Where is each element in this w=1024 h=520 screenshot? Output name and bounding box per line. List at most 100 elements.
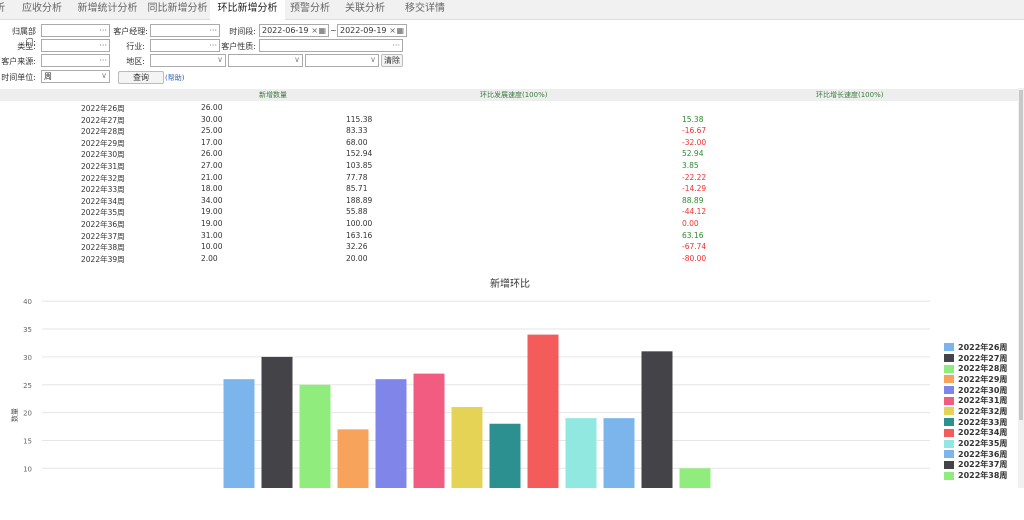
scrollbar[interactable] bbox=[1018, 88, 1024, 488]
legend-item[interactable]: 2022年34周 bbox=[944, 428, 1007, 439]
ratio-cell: 32.26 bbox=[346, 242, 368, 252]
calendar-icon[interactable]: ▦ bbox=[318, 25, 326, 36]
ratio-cell: 115.38 bbox=[346, 114, 373, 124]
growth-cell: 88.89 bbox=[682, 195, 704, 205]
legend-label: 2022年34周 bbox=[958, 428, 1008, 438]
legend-item[interactable]: 2022年38周 bbox=[944, 470, 1007, 481]
region-select-1[interactable]: ∨ bbox=[150, 54, 226, 67]
bar-2022年37周[interactable] bbox=[641, 351, 673, 488]
legend-label: 2022年37周 bbox=[958, 460, 1008, 470]
ratio-cell: 20.00 bbox=[346, 253, 368, 263]
chart-legend: 2022年26周 2022年27周 2022年28周 2022年29周 2022年30周… bbox=[944, 342, 1007, 481]
tab-1[interactable]: 应收分析 bbox=[12, 0, 72, 20]
legend-item[interactable]: 2022年29周 bbox=[944, 374, 1007, 385]
tab-5[interactable]: 预警分析 bbox=[280, 0, 340, 20]
tab-6[interactable]: 关联分析 bbox=[335, 0, 395, 20]
header-ratio: 环比发展速度(100%) bbox=[480, 91, 548, 99]
chevron-down-icon: ∨ bbox=[370, 55, 376, 64]
table-row: 2022年35周 19.00 55.88 -44.12 bbox=[0, 206, 1018, 218]
bar-2022年33周[interactable] bbox=[489, 423, 521, 488]
legend-item[interactable]: 2022年30周 bbox=[944, 385, 1007, 396]
legend-item[interactable]: 2022年26周 bbox=[944, 342, 1007, 353]
legend-label: 2022年29周 bbox=[958, 374, 1008, 384]
legend-label: 2022年33周 bbox=[958, 417, 1008, 427]
unit-select[interactable]: 周 ∨ bbox=[41, 70, 110, 83]
table-row: 2022年28周 25.00 83.33 -16.67 bbox=[0, 125, 1018, 137]
ratio-cell: 85.71 bbox=[346, 184, 368, 194]
ratio-cell: 163.16 bbox=[346, 230, 373, 240]
week-cell: 2022年35周 bbox=[81, 208, 125, 218]
legend-label: 2022年35周 bbox=[958, 439, 1008, 449]
industry-input[interactable]: ··· bbox=[150, 39, 220, 52]
tab-7[interactable]: 移交详情 bbox=[395, 0, 455, 20]
week-cell: 2022年34周 bbox=[81, 196, 125, 206]
legend-swatch bbox=[944, 364, 954, 373]
bar-2022年32周[interactable] bbox=[451, 407, 483, 488]
region-select-2[interactable]: ∨ bbox=[228, 54, 303, 67]
manager-input[interactable]: ··· bbox=[150, 24, 220, 37]
table-row: 2022年29周 17.00 68.00 -32.00 bbox=[0, 137, 1018, 149]
legend-item[interactable]: 2022年35周 bbox=[944, 438, 1007, 449]
region-select-3[interactable]: ∨ bbox=[305, 54, 379, 67]
tab-3[interactable]: 同比新增分析 bbox=[140, 0, 215, 20]
tab-bar: 析应收分析新增统计分析同比新增分析环比新增分析预警分析关联分析移交详情 bbox=[0, 0, 1024, 21]
legend-item[interactable]: 2022年37周 bbox=[944, 460, 1007, 471]
nature-input[interactable]: ··· bbox=[259, 39, 403, 52]
legend-swatch bbox=[944, 428, 954, 437]
week-cell: 2022年37周 bbox=[81, 231, 125, 241]
scrollbar-thumb[interactable] bbox=[1019, 90, 1023, 420]
bar-2022年38周[interactable] bbox=[679, 468, 711, 488]
week-cell: 2022年27周 bbox=[81, 115, 125, 125]
clear-icon[interactable]: × bbox=[311, 25, 318, 36]
bar-2022年31周[interactable] bbox=[413, 373, 445, 488]
legend-item[interactable]: 2022年32周 bbox=[944, 406, 1007, 417]
count-cell: 26.00 bbox=[201, 149, 223, 159]
help-link[interactable]: (帮助) bbox=[165, 73, 184, 83]
legend-swatch bbox=[944, 396, 954, 405]
count-cell: 26.00 bbox=[201, 103, 223, 112]
bar-2022年30周[interactable] bbox=[375, 379, 407, 488]
bar-2022年35周[interactable] bbox=[565, 418, 597, 488]
clear-button[interactable]: 清除 bbox=[381, 54, 403, 67]
filter-panel: 归属部门: ··· 客户经理: ··· 时间段: 2022-06-19 × ▦ ~ … bbox=[0, 21, 1020, 87]
table-header: 新增数量 环比发展速度(100%) 环比增长速度(100%) bbox=[0, 89, 1018, 101]
dept-input[interactable]: ··· bbox=[41, 24, 110, 37]
source-input[interactable]: ··· bbox=[41, 54, 110, 67]
legend-item[interactable]: 2022年33周 bbox=[944, 417, 1007, 428]
legend-label: 2022年38周 bbox=[958, 471, 1008, 481]
growth-cell: 63.16 bbox=[682, 230, 704, 240]
bar-2022年34周[interactable] bbox=[527, 334, 559, 488]
legend-item[interactable]: 2022年36周 bbox=[944, 449, 1007, 460]
date-from-input[interactable]: 2022-06-19 × ▦ bbox=[259, 24, 329, 37]
header-count: 新增数量 bbox=[259, 91, 287, 99]
table-row: 2022年31周 27.00 103.85 3.85 bbox=[0, 160, 1018, 172]
bar-2022年26周[interactable] bbox=[223, 379, 255, 488]
bar-2022年29周[interactable] bbox=[337, 429, 369, 488]
tab-4[interactable]: 环比新增分析 bbox=[210, 0, 285, 21]
region-label: 地区: bbox=[126, 57, 145, 66]
chevron-down-icon: ∨ bbox=[294, 55, 300, 64]
bar-2022年36周[interactable] bbox=[603, 418, 635, 488]
count-cell: 19.00 bbox=[201, 219, 223, 228]
week-cell: 2022年32周 bbox=[81, 173, 125, 183]
unit-label: 时间单位: bbox=[1, 73, 36, 82]
date-to-input[interactable]: 2022-09-19 × ▦ bbox=[337, 24, 407, 37]
type-input[interactable]: ··· bbox=[41, 39, 110, 52]
tab-2[interactable]: 新增统计分析 bbox=[70, 0, 145, 20]
query-button[interactable]: 查询 bbox=[118, 71, 164, 84]
legend-item[interactable]: 2022年31周 bbox=[944, 395, 1007, 406]
range-separator: ~ bbox=[330, 26, 337, 35]
clear-icon[interactable]: × bbox=[389, 25, 396, 36]
calendar-icon[interactable]: ▦ bbox=[396, 25, 404, 36]
bar-2022年27周[interactable] bbox=[261, 356, 293, 488]
legend-swatch bbox=[944, 386, 954, 395]
legend-item[interactable]: 2022年28周 bbox=[944, 363, 1007, 374]
legend-label: 2022年32周 bbox=[958, 406, 1008, 416]
count-cell: 19.00 bbox=[201, 207, 223, 217]
bar-2022年28周[interactable] bbox=[299, 384, 331, 488]
legend-swatch bbox=[944, 439, 954, 448]
count-cell: 25.00 bbox=[201, 126, 223, 136]
growth-cell: 15.38 bbox=[682, 114, 704, 124]
legend-item[interactable]: 2022年27周 bbox=[944, 353, 1007, 364]
nature-label: 客户性质: bbox=[221, 42, 256, 51]
